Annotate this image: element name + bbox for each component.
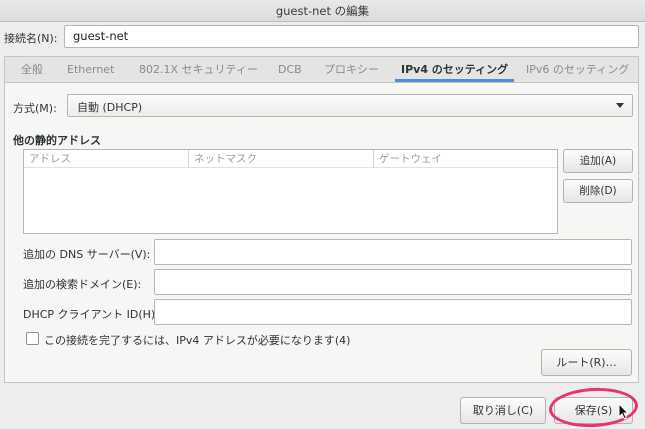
connection-name-input[interactable]: guest-net xyxy=(64,25,639,48)
column-header-netmask[interactable]: ネットマスク xyxy=(189,150,374,168)
dhcp-client-id-label: DHCP クライアント ID(H): xyxy=(23,308,159,321)
connection-name-row: 接続名(N): guest-net xyxy=(0,24,645,50)
dns-servers-label: 追加の DNS サーバー(V): xyxy=(23,248,151,261)
column-header-address[interactable]: アドレス xyxy=(24,150,189,168)
tab-proxy[interactable]: プロキシー xyxy=(324,57,379,82)
ipv4-settings-panel: 方式(M): 自動 (DHCP) 他の静的アドレス アドレス ネットマスク ゲー… xyxy=(4,82,639,383)
tab-ipv4-settings[interactable]: IPv4 のセッティング xyxy=(394,57,515,82)
search-domains-input[interactable] xyxy=(154,269,632,295)
connection-name-label: 接続名(N): xyxy=(4,32,58,45)
routes-button[interactable]: ルート(R)… xyxy=(541,349,632,376)
add-address-button[interactable]: 追加(A) xyxy=(563,149,633,173)
mouse-pointer-icon xyxy=(618,403,629,420)
dns-servers-input[interactable] xyxy=(154,239,632,265)
tab-dcb[interactable]: DCB xyxy=(278,57,302,82)
tab-bar: 全般 Ethernet 802.1X セキュリティー DCB プロキシー IPv… xyxy=(4,56,639,82)
static-addresses-table[interactable]: アドレス ネットマスク ゲートウェイ xyxy=(23,149,558,234)
tab-8021x-security[interactable]: 802.1X セキュリティー xyxy=(139,57,258,82)
tab-general[interactable]: 全般 xyxy=(21,57,43,82)
static-addresses-title: 他の静的アドレス xyxy=(13,134,101,147)
window-title: guest-net の編集 xyxy=(0,0,645,22)
search-domains-label: 追加の検索ドメイン(E): xyxy=(23,278,142,291)
require-ipv4-checkbox[interactable] xyxy=(26,332,39,345)
tab-ethernet[interactable]: Ethernet xyxy=(67,57,114,82)
delete-address-button[interactable]: 削除(D) xyxy=(563,179,633,203)
tab-ipv6-settings[interactable]: IPv6 のセッティング xyxy=(526,57,629,82)
chevron-down-icon xyxy=(616,103,624,108)
method-dropdown[interactable]: 自動 (DHCP) xyxy=(67,94,633,117)
cancel-button[interactable]: 取り消し(C) xyxy=(460,397,546,424)
method-selected-value: 自動 (DHCP) xyxy=(77,101,143,114)
require-ipv4-label[interactable]: この接続を完了するには、IPv4 アドレスが必要になります(4) xyxy=(44,332,350,348)
dhcp-client-id-input[interactable] xyxy=(154,299,632,325)
method-label: 方式(M): xyxy=(13,102,57,115)
column-header-gateway[interactable]: ゲートウェイ xyxy=(374,150,557,168)
